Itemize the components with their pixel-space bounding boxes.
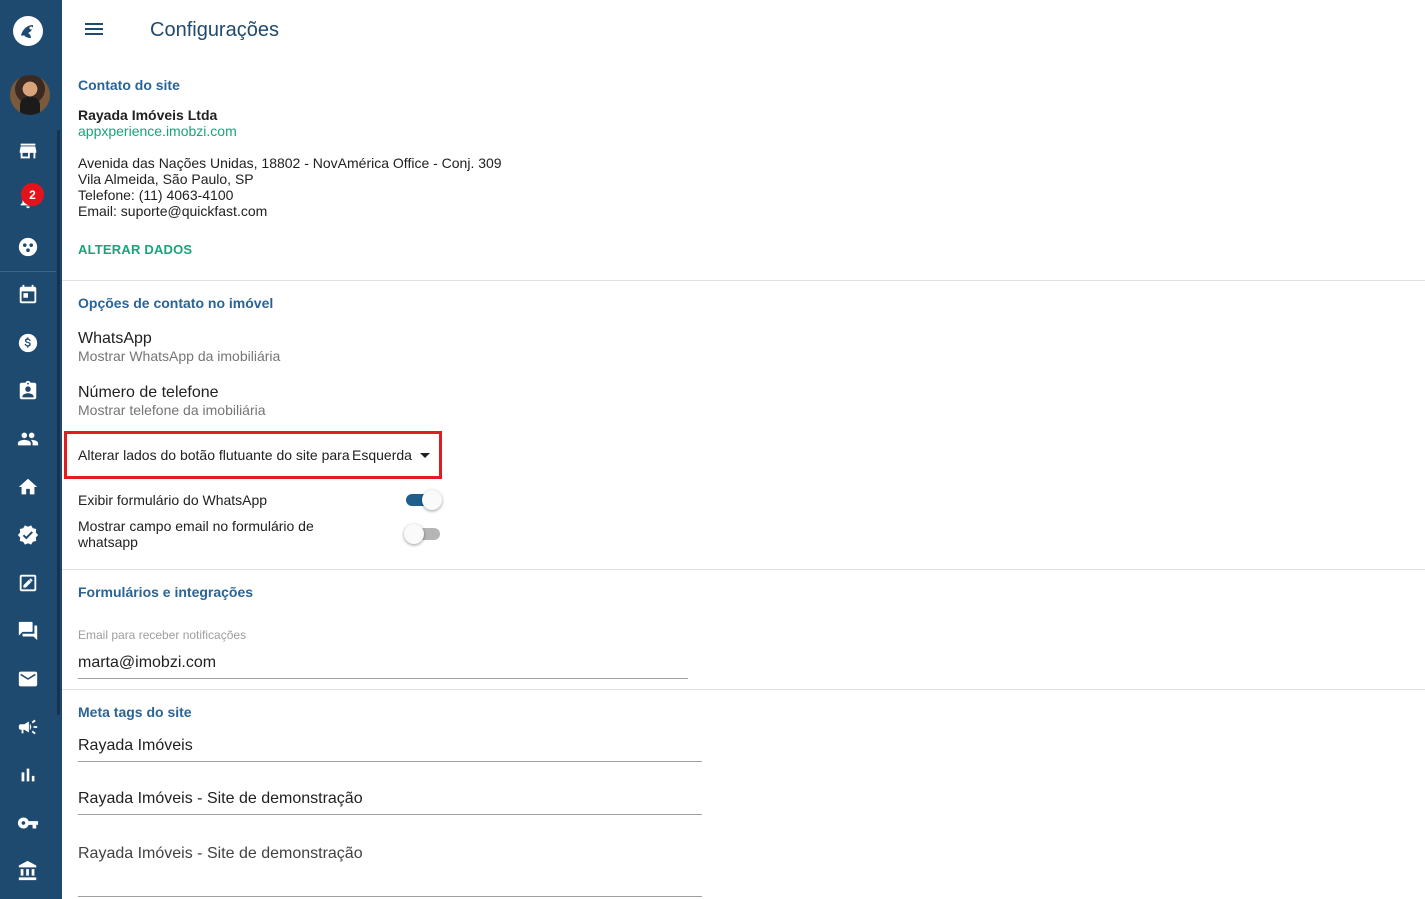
- phone-option-title[interactable]: Número de telefone: [78, 384, 219, 402]
- address-line2: Vila Almeida, São Paulo, SP: [78, 171, 254, 187]
- section-title-meta: Meta tags do site: [78, 704, 192, 720]
- bank-icon[interactable]: [0, 849, 56, 893]
- contact-phone: Telefone: (11) 4063-4100: [78, 187, 234, 203]
- float-button-side-select[interactable]: Esquerda: [352, 447, 430, 463]
- whatsapp-form-toggle-label: Exibir formulário do WhatsApp: [78, 492, 268, 508]
- page-title: Configurações: [150, 19, 279, 41]
- dollar-icon[interactable]: [0, 321, 56, 365]
- bar-chart-icon[interactable]: [0, 753, 56, 797]
- logo-icon[interactable]: [0, 9, 56, 53]
- email-field-toggle[interactable]: [404, 523, 442, 545]
- meta-title-input[interactable]: Rayada Imóveis: [78, 737, 702, 762]
- phone-option-subtitle: Mostrar telefone da imobiliária: [78, 402, 266, 418]
- address-line1: Avenida das Nações Unidas, 18802 - NovAm…: [78, 155, 502, 171]
- divider: [62, 689, 1425, 690]
- meta-keywords-textarea[interactable]: Rayada Imóveis - Site de demonstração: [78, 845, 702, 897]
- mail-icon[interactable]: [0, 657, 56, 701]
- top-bar: Configurações: [62, 0, 1425, 62]
- section-title-contact-options: Opções de contato no imóvel: [78, 295, 274, 311]
- contact-email: Email: suporte@quickfast.com: [78, 203, 268, 219]
- home-icon[interactable]: [0, 465, 56, 509]
- people-icon[interactable]: [0, 417, 56, 461]
- float-button-side-value: Esquerda: [352, 447, 412, 463]
- company-name: Rayada Imóveis Ltda: [78, 107, 218, 123]
- whatsapp-form-toggle[interactable]: [404, 489, 442, 511]
- email-field-toggle-label-line2: whatsapp: [78, 534, 138, 550]
- notification-badge: 2: [21, 183, 44, 206]
- site-url-link[interactable]: appxperience.imobzi.com: [78, 123, 237, 139]
- notify-email-label: Email para receber notificações: [78, 628, 247, 642]
- meta-description-input[interactable]: Rayada Imóveis - Site de demonstração: [78, 790, 702, 815]
- section-title-forms: Formulários e integrações: [78, 584, 254, 600]
- email-field-toggle-label-line1: Mostrar campo email no formulário de: [78, 518, 314, 534]
- notify-email-input[interactable]: marta@imobzi.com: [78, 654, 688, 679]
- divider: [62, 280, 1425, 281]
- sidebar-divider: [0, 271, 56, 272]
- whatsapp-option-subtitle: Mostrar WhatsApp da imobiliária: [78, 348, 281, 364]
- assignment-ind-icon[interactable]: [0, 369, 56, 413]
- forum-icon[interactable]: [0, 609, 56, 653]
- edit-note-icon[interactable]: [0, 561, 56, 605]
- dropdown-arrow-icon: [419, 452, 430, 458]
- section-title-contact: Contato do site: [78, 77, 180, 93]
- calendar-icon[interactable]: [0, 273, 56, 317]
- float-button-label: Alterar lados do botão flutuante do site…: [78, 447, 350, 463]
- sidebar-scrollbar[interactable]: [57, 130, 60, 715]
- menu-icon[interactable]: [82, 20, 106, 44]
- bubble-chart-icon[interactable]: [0, 225, 56, 269]
- whatsapp-option-title[interactable]: WhatsApp: [78, 330, 152, 348]
- divider: [62, 569, 1425, 570]
- campaign-icon[interactable]: [0, 705, 56, 749]
- verified-icon[interactable]: [0, 513, 56, 557]
- avatar[interactable]: [10, 75, 50, 115]
- store-icon[interactable]: [0, 129, 56, 173]
- alterar-dados-button[interactable]: ALTERAR DADOS: [78, 242, 192, 257]
- key-icon[interactable]: [0, 801, 56, 845]
- sidebar: 2: [0, 0, 62, 899]
